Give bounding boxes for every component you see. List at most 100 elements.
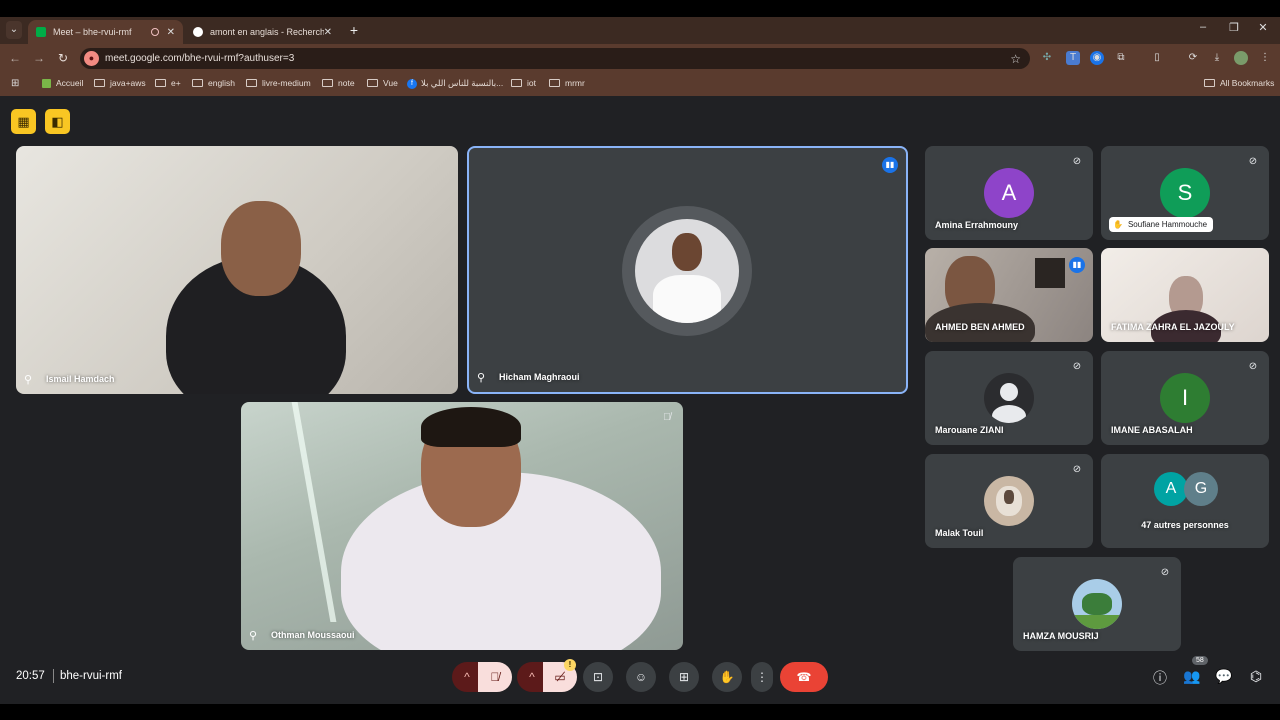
divider	[53, 669, 54, 683]
bookmark-folder[interactable]: english	[192, 78, 235, 88]
participant-tile-othman[interactable]: 🎙̸ ⚲ Othman Moussaoui	[241, 402, 683, 650]
bookmark-folder[interactable]: livre-medium	[246, 78, 311, 88]
participant-tile-amina[interactable]: A ⊘ Amina Errahmouny	[925, 146, 1093, 240]
participant-tile-hamza[interactable]: ⊘ HAMZA MOUSRIJ	[1013, 557, 1181, 651]
bookmark-folder[interactable]: java+aws	[94, 78, 146, 88]
screen: ⌄ Meet – bhe-rvui-rmf ✕ amont en anglais…	[0, 0, 1280, 720]
bookmark-star-icon[interactable]: ☆	[1010, 52, 1021, 66]
more-options-button[interactable]: ⋮	[751, 662, 773, 692]
tab-search[interactable]: amont en anglais - Recherche G ✕	[185, 20, 340, 44]
participant-name: Hicham Maghraoui	[499, 372, 580, 382]
bookmarks-bar: ⊞ Accueil java+aws e+ english livre-medi…	[0, 73, 1280, 96]
meet-favicon-icon	[36, 27, 46, 37]
bookmark-label: Vue	[383, 78, 398, 88]
activities-button[interactable]: ◧	[45, 109, 70, 134]
extension-icon[interactable]: ◉	[1090, 51, 1104, 65]
microphone-off-button[interactable]: 🎙̸	[478, 662, 512, 692]
folder-icon	[367, 79, 378, 87]
participant-name: Marouane ZIANI	[935, 425, 1004, 435]
pin-icon[interactable]: ⚲	[24, 373, 32, 386]
participant-name: FATIMA ZAHRA EL JAZOULY	[1111, 322, 1235, 332]
activities-icon[interactable]: ⌬	[1247, 668, 1265, 685]
participant-tile-fatima[interactable]: FATIMA ZAHRA EL JAZOULY	[1101, 248, 1269, 342]
participant-tile-hicham[interactable]: ▮▮ ⚲ Hicham Maghraoui	[467, 146, 908, 394]
present-screen-button[interactable]: ⊞	[669, 662, 699, 692]
google-favicon-icon	[193, 27, 203, 37]
speaking-indicator-icon: ▮▮	[1069, 257, 1085, 273]
bookmark-folder[interactable]: iot	[511, 78, 536, 88]
pin-icon[interactable]: ⚲	[477, 371, 485, 384]
participant-tile-imane[interactable]: I ⊘ IMANE ABASALAH	[1101, 351, 1269, 445]
leave-call-button[interactable]: ☎	[780, 662, 828, 692]
avatar	[635, 219, 739, 323]
forward-icon[interactable]: →	[32, 51, 46, 65]
bookmark-label: Accueil	[56, 78, 84, 88]
raised-hand-chip: ✋ Soufiane Hammouche	[1109, 217, 1214, 232]
url-text[interactable]: meet.google.com/bhe-rvui-rmf?authuser=3	[105, 53, 1010, 64]
translate-extension-icon[interactable]: T	[1066, 51, 1080, 65]
raise-hand-button[interactable]: ✋	[712, 662, 742, 692]
bookmark-label: بالنسبة للناس اللي بلا...	[421, 78, 504, 88]
bookmark-folder[interactable]: e+	[155, 78, 181, 88]
pin-icon[interactable]: ⚲	[249, 629, 257, 642]
avatar: A	[1154, 472, 1188, 506]
meeting-details-icon[interactable]: ⓘ	[1151, 668, 1169, 688]
extensions-puzzle-icon[interactable]: ⧉	[1114, 51, 1128, 65]
muted-mic-icon: ⊘	[1248, 361, 1258, 372]
bookmark-favicon-icon	[42, 78, 51, 88]
participant-tile-marouane[interactable]: ⊘ Marouane ZIANI	[925, 351, 1093, 445]
chat-icon[interactable]: 💬	[1215, 668, 1233, 685]
profile-avatar-icon[interactable]	[1234, 51, 1248, 65]
apps-grid-icon[interactable]: ⊞	[11, 78, 19, 89]
muted-mic-icon: ⊘	[1248, 156, 1258, 167]
restore-icon[interactable]: ❐	[1226, 21, 1242, 34]
others-tile[interactable]: A G 47 autres personnes	[1101, 454, 1269, 548]
emoji-reactions-button[interactable]: ☺	[626, 662, 656, 692]
tab-meet[interactable]: Meet – bhe-rvui-rmf ✕	[28, 20, 183, 44]
bookmark-label: note	[338, 78, 355, 88]
bookmark-accueil[interactable]: Accueil	[42, 78, 83, 88]
microphone-in-use-icon[interactable]: ●	[84, 51, 99, 66]
close-window-icon[interactable]: ✕	[1255, 21, 1271, 34]
people-icon[interactable]: 👥	[1183, 668, 1201, 685]
muted-mic-icon: ⊘	[1072, 156, 1082, 167]
folder-icon	[549, 79, 560, 87]
download-icon[interactable]: ⤓	[1210, 51, 1224, 65]
participant-name: Soufiane Hammouche	[1127, 220, 1208, 229]
menu-kebab-icon[interactable]: ⋮	[1258, 51, 1272, 65]
bookmark-facebook[interactable]: f بالنسبة للناس اللي بلا...	[407, 78, 503, 89]
participant-tile-soufiane[interactable]: S ⊘ ✋ Soufiane Hammouche	[1101, 146, 1269, 240]
participant-name: AHMED BEN AHMED	[935, 322, 1025, 332]
new-tab-icon[interactable]: +	[346, 22, 362, 38]
extension-icon[interactable]: ✣	[1040, 51, 1054, 65]
folder-icon	[246, 79, 257, 87]
participant-tile-ahmed[interactable]: ▮▮ AHMED BEN AHMED	[925, 248, 1093, 342]
side-panel-icon[interactable]: ▯	[1150, 51, 1164, 65]
all-bookmarks[interactable]: All Bookmarks	[1204, 78, 1274, 88]
back-icon[interactable]: ←	[8, 51, 22, 65]
avatar: I	[1160, 373, 1210, 423]
bookmark-folder[interactable]: mrmr	[549, 78, 585, 88]
meeting-tools-button[interactable]: ▦	[11, 109, 36, 134]
close-tab-icon[interactable]: ✕	[324, 27, 332, 38]
folder-icon	[192, 79, 203, 87]
participant-tile-malak[interactable]: ⊘ Malak Touil	[925, 454, 1093, 548]
performance-icon[interactable]: ⟳	[1186, 51, 1200, 65]
captions-button[interactable]: ⊡	[583, 662, 613, 692]
participant-tile-ismail[interactable]: ⚲ Ismail Hamdach	[16, 146, 458, 394]
avatar	[984, 373, 1034, 423]
bookmark-folder[interactable]: Vue	[367, 78, 398, 88]
tab-search-button[interactable]: ⌄	[6, 21, 22, 39]
address-bar[interactable]: ● meet.google.com/bhe-rvui-rmf?authuser=…	[80, 48, 1030, 69]
close-tab-icon[interactable]: ✕	[167, 27, 175, 38]
folder-icon	[511, 79, 522, 87]
reload-icon[interactable]: ↻	[56, 51, 70, 65]
bookmark-label: java+aws	[110, 78, 146, 88]
bookmark-folder[interactable]: note	[322, 78, 355, 88]
bookmark-label: mrmr	[565, 78, 585, 88]
bookmark-label: All Bookmarks	[1220, 78, 1275, 88]
warning-badge-icon: !	[564, 659, 576, 671]
minimize-icon[interactable]: –	[1195, 21, 1211, 33]
avatar: A	[984, 168, 1034, 218]
